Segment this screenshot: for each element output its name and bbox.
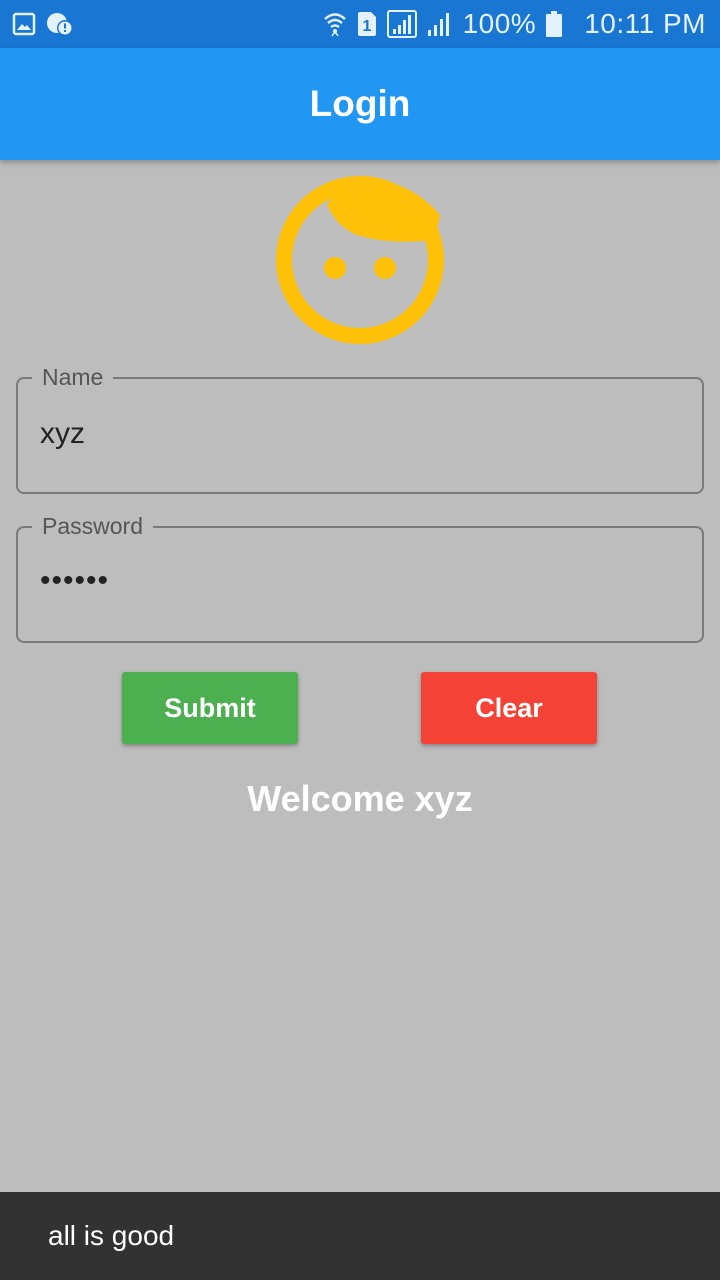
password-field-label: Password [32,513,153,539]
battery-icon [546,11,563,37]
cloud-alert-icon [46,11,74,37]
submit-button[interactable]: Submit [122,672,298,744]
status-bar: 1 100% 10:11 PM [0,0,720,48]
image-icon [12,12,36,36]
face-icon [275,175,445,345]
sim-icon: 1 [357,11,377,37]
password-field[interactable]: Password •••••• [16,513,704,643]
snackbar: all is good [0,1192,720,1280]
clear-button[interactable]: Clear [421,672,597,744]
signal-icon [427,11,453,37]
clock: 10:11 PM [584,8,706,39]
clear-button-label: Clear [475,692,543,723]
submit-button-label: Submit [164,692,256,723]
name-field-label: Name [32,364,114,390]
battery-percent: 100% [462,8,537,39]
sim-slot-label: 1 [362,18,371,35]
page-title: Login [309,83,411,124]
signal-icon [386,10,417,38]
status-bar-left [12,11,74,37]
wifi-icon [323,10,347,38]
snackbar-message: all is good [48,1220,175,1251]
status-bar-right: 1 100% 10:11 PM [323,8,706,40]
name-input[interactable]: xyz [40,417,85,451]
name-field[interactable]: Name xyz [16,364,704,494]
welcome-message: Welcome xyz [247,778,473,819]
app-bar: Login [0,48,720,160]
password-input[interactable]: •••••• [40,564,109,598]
